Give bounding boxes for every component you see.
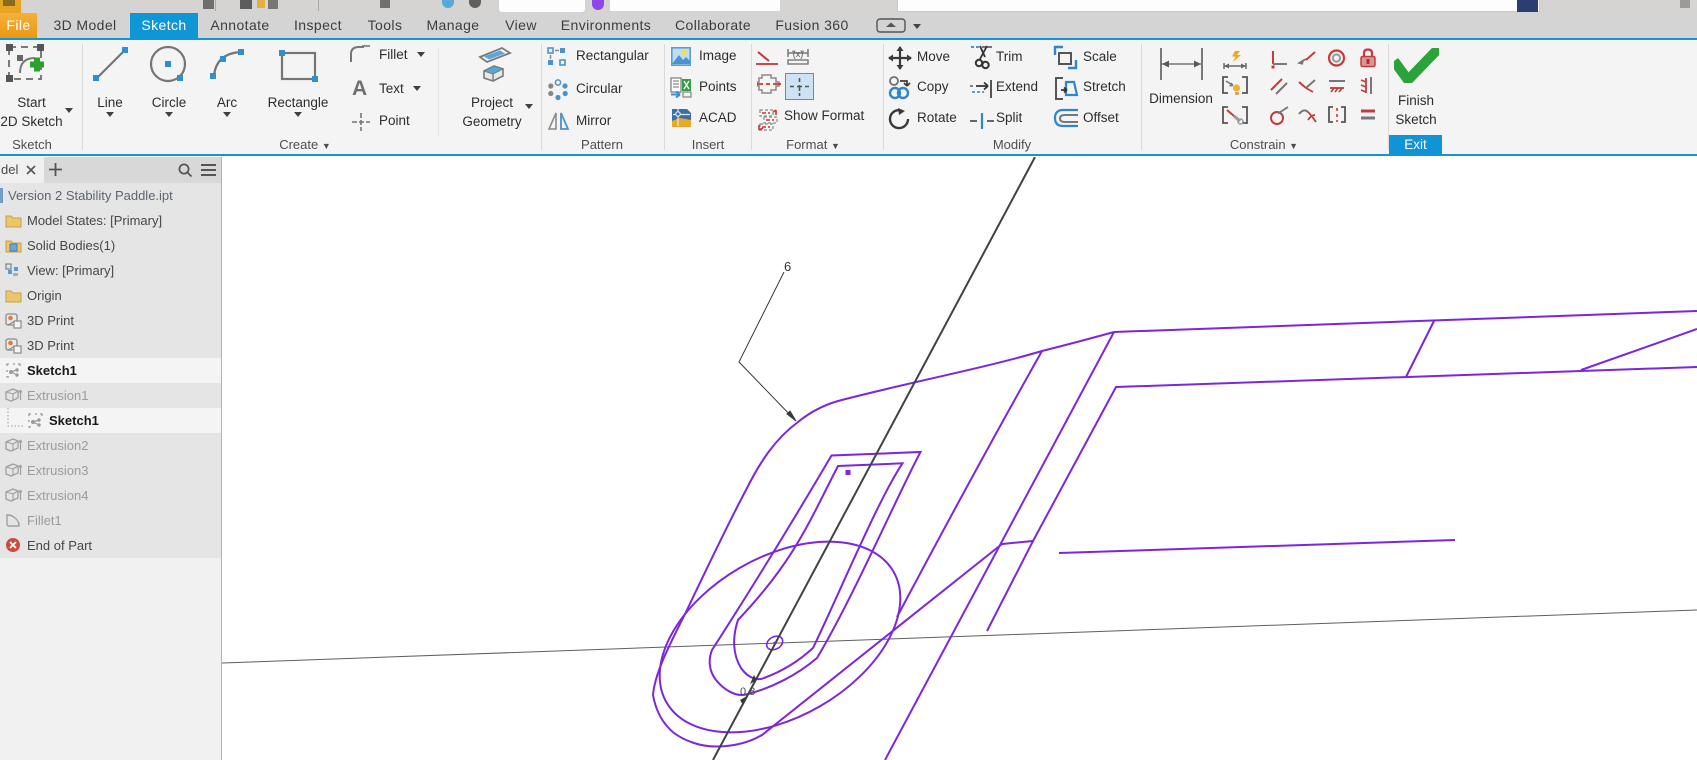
svg-text:6: 6: [784, 259, 791, 274]
svg-text:0.8: 0.8: [740, 686, 755, 698]
svg-text:(x): (x): [793, 49, 804, 59]
